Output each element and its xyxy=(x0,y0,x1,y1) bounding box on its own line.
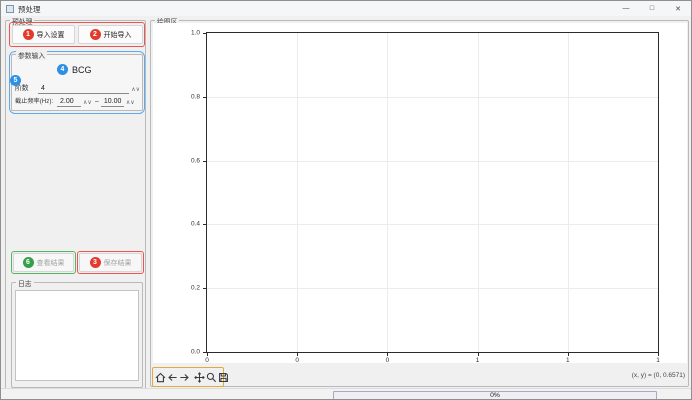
params-groupbox: 参数输入 4 BCG 5 阶数 4 ∧∨ 截止频率(Hz): 2.00 ∧∨ ~… xyxy=(11,54,143,111)
order-spin-arrows-icon[interactable]: ∧∨ xyxy=(129,86,141,94)
y-tick-label: 0.8 xyxy=(191,93,200,100)
app-icon xyxy=(6,5,14,13)
start-import-button[interactable]: 2 开始导入 xyxy=(78,25,143,44)
window-title: 预处理 xyxy=(18,4,41,15)
progress-text: 0% xyxy=(490,392,500,399)
plot-canvas[interactable]: 0 0 0 1 1 1 1.0 0.8 0.6 0.4 0.2 0.0 xyxy=(153,23,687,363)
log-textarea[interactable] xyxy=(15,290,139,381)
import-settings-button[interactable]: 1 导入设置 xyxy=(12,25,75,44)
x-tick-label: 0 xyxy=(295,357,299,364)
toolbar-pan-button[interactable] xyxy=(194,371,205,384)
pan-icon xyxy=(194,372,205,383)
cutoff-range-separator: ~ xyxy=(93,99,101,107)
som-badge-3: 3 xyxy=(90,257,101,268)
coords-readout: (x, y) = (0, 0.6571) xyxy=(632,372,685,379)
plot-axes: 0001111.00.80.60.40.20.0 xyxy=(206,32,659,353)
som-badge-2: 2 xyxy=(90,29,101,40)
progress-bar: 0% xyxy=(333,391,657,400)
close-button[interactable]: ✕ xyxy=(665,1,691,16)
toolbar-forward-button[interactable] xyxy=(179,371,190,384)
x-tick-label: 1 xyxy=(476,357,480,364)
view-results-button[interactable]: 6 查看结果 xyxy=(13,253,74,272)
som-badge-5: 5 xyxy=(10,75,21,86)
status-bar: 0% xyxy=(1,388,691,400)
import-settings-label: 导入设置 xyxy=(37,30,65,40)
y-tick-label: 1.0 xyxy=(191,30,200,37)
save-results-label: 保存结果 xyxy=(104,258,132,268)
x-tick-label: 0 xyxy=(205,357,209,364)
som-badge-4: 4 xyxy=(57,64,68,75)
som-badge-1: 1 xyxy=(23,29,34,40)
cutoff-low-spinbox[interactable]: 2.00 xyxy=(57,98,81,107)
back-arrow-icon xyxy=(167,372,178,383)
save-results-button[interactable]: 3 保存结果 xyxy=(79,253,142,272)
app-window: 预处理 — □ ✕ 预处理 1 导入设置 2 开始导入 参数输入 4 BCG 5… xyxy=(0,0,692,400)
x-tick-label: 1 xyxy=(656,357,660,364)
toolbar-back-button[interactable] xyxy=(167,371,178,384)
toolbar-zoom-button[interactable] xyxy=(206,371,217,384)
start-import-label: 开始导入 xyxy=(104,30,132,40)
y-tick-label: 0.2 xyxy=(191,285,200,292)
y-tick-label: 0.6 xyxy=(191,157,200,164)
toolbar-home-button[interactable] xyxy=(155,371,166,384)
x-tick-label: 0 xyxy=(386,357,390,364)
cutoff-low-spin-arrows-icon[interactable]: ∧∨ xyxy=(81,99,93,107)
params-group-label: 参数输入 xyxy=(16,50,47,60)
cutoff-high-spin-arrows-icon[interactable]: ∧∨ xyxy=(124,99,136,107)
log-group-label: 日志 xyxy=(16,278,34,288)
y-tick-label: 0.0 xyxy=(191,349,200,356)
home-icon xyxy=(155,372,166,383)
x-tick-label: 1 xyxy=(566,357,570,364)
order-spinbox[interactable]: 4 xyxy=(38,85,129,94)
title-bar: 预处理 — □ ✕ xyxy=(1,1,691,16)
cutoff-high-spinbox[interactable]: 10.00 xyxy=(101,98,124,107)
cutoff-label: 截止频率(Hz): xyxy=(15,96,57,107)
maximize-button[interactable]: □ xyxy=(639,1,665,16)
plot-toolbar xyxy=(153,369,223,386)
minimize-button[interactable]: — xyxy=(613,1,639,16)
save-floppy-icon xyxy=(218,372,229,383)
magnifier-icon xyxy=(206,372,217,383)
view-results-label: 查看结果 xyxy=(37,258,65,268)
y-tick-label: 0.4 xyxy=(191,221,200,228)
toolbar-save-button[interactable] xyxy=(218,371,229,384)
forward-arrow-icon xyxy=(179,372,190,383)
som-badge-6: 6 xyxy=(23,257,34,268)
signal-type-label[interactable]: BCG xyxy=(72,65,92,75)
